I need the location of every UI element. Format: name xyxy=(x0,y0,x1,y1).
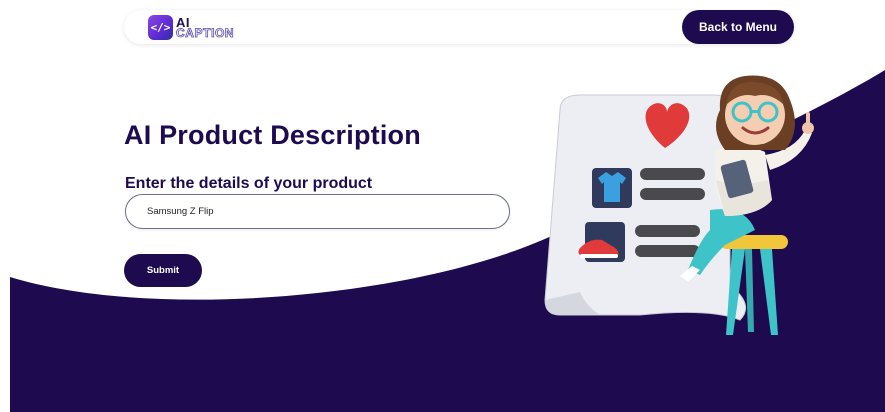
product-details-input[interactable] xyxy=(125,194,510,229)
logo-caption-text: CAPTION xyxy=(176,25,235,40)
logo-text: AI CAPTION xyxy=(176,16,234,39)
back-to-menu-button[interactable]: Back to Menu xyxy=(682,10,794,44)
code-brackets-icon: </> xyxy=(148,14,173,40)
product-details-label: Enter the details of your product xyxy=(125,175,373,192)
top-navbar: </> AI CAPTION Back to Menu xyxy=(124,10,794,44)
ai-caption-logo[interactable]: </> AI CAPTION xyxy=(148,13,234,41)
page-title: AI Product Description xyxy=(124,120,421,150)
submit-button[interactable]: Submit xyxy=(124,254,202,287)
girl-with-checklist-illustration xyxy=(544,75,814,335)
